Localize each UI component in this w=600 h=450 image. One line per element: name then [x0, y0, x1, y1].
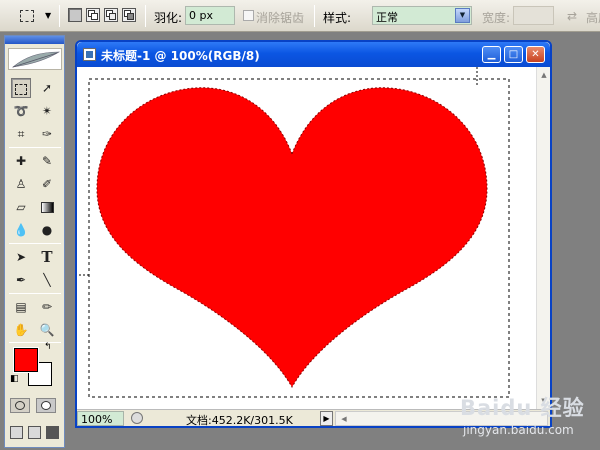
- magic-wand-tool-icon[interactable]: ✴: [37, 101, 57, 121]
- feather-input[interactable]: 0 px: [185, 6, 235, 25]
- height-label: 高度: [586, 11, 600, 25]
- status-info-icon[interactable]: [131, 412, 143, 424]
- feather-logo[interactable]: [8, 48, 62, 70]
- zoom-tool-icon[interactable]: 🔍: [37, 320, 57, 340]
- intersect-selection-button[interactable]: [122, 8, 136, 22]
- path-select-tool-icon[interactable]: ➤: [11, 247, 31, 267]
- hand-tool-icon[interactable]: ✋: [11, 320, 31, 340]
- rect-marquee-icon: [20, 10, 34, 22]
- style-select-value: 正常: [376, 11, 398, 24]
- vertical-scrollbar[interactable]: ▲ ▼: [536, 67, 550, 409]
- quick-mask-mode-button[interactable]: [36, 398, 56, 413]
- close-button[interactable]: ✕: [526, 46, 545, 63]
- full-screen-mode-icon[interactable]: [46, 426, 59, 439]
- status-menu-arrow-icon[interactable]: ▶: [320, 411, 333, 426]
- minimize-button[interactable]: ▁: [482, 46, 501, 63]
- standard-screen-mode-icon[interactable]: [10, 426, 23, 439]
- scroll-up-icon[interactable]: ▲: [537, 69, 551, 81]
- antialias-checkbox[interactable]: [243, 10, 254, 21]
- eyedropper-tool-icon[interactable]: ✏: [37, 297, 57, 317]
- tool-preset-picker[interactable]: ▼: [14, 5, 56, 27]
- notes-tool-icon[interactable]: ▤: [11, 297, 31, 317]
- toolbox: ➚ ➰ ✴ ⌗ ✑ ✚ ✎ ♙ ✐ ▱ 💧 ● ➤ T ✒ ╲ ▤ ✏ ✋ 🔍 …: [4, 35, 65, 448]
- divider: [9, 342, 61, 343]
- chevron-down-icon: ▼: [45, 11, 52, 20]
- swap-icon[interactable]: ⇄: [567, 9, 577, 23]
- eraser-tool-icon[interactable]: ▱: [11, 197, 31, 217]
- brush-tool-icon[interactable]: ✎: [37, 151, 57, 171]
- blur-tool-icon[interactable]: 💧: [11, 220, 31, 240]
- watermark-logo: Baidu 经验: [460, 396, 585, 420]
- maximize-button[interactable]: □: [504, 46, 523, 63]
- divider: [9, 293, 61, 294]
- style-label: 样式:: [323, 11, 352, 25]
- heart-shape: [96, 87, 488, 389]
- toolbox-titlebar[interactable]: [5, 36, 64, 44]
- gradient-tool-icon[interactable]: [37, 197, 57, 217]
- canvas-artwork: [79, 67, 510, 398]
- watermark-url: jingyan.baidu.com: [463, 423, 574, 437]
- antialias-label: 消除锯齿: [256, 11, 305, 25]
- divider: [59, 5, 60, 27]
- document-window: 未标题-1 @ 100%(RGB/8) ▁ □ ✕ ▲ ▼ 100% 文档:45…: [75, 40, 552, 428]
- default-colors-icon[interactable]: ◧: [10, 374, 19, 384]
- standard-mode-button[interactable]: [10, 398, 30, 413]
- style-select[interactable]: 正常 ▼: [372, 6, 472, 25]
- swap-colors-icon[interactable]: ↰: [44, 342, 52, 352]
- watermark: Baidu 经验 jingyan.baidu.com: [460, 392, 600, 448]
- document-titlebar[interactable]: 未标题-1 @ 100%(RGB/8) ▁ □ ✕: [77, 42, 550, 67]
- options-bar: ▼ 羽化: 0 px 消除锯齿 样式: 正常 ▼ 宽度: ⇄ 高度: [0, 0, 600, 32]
- divider: [9, 147, 61, 148]
- clone-stamp-tool-icon[interactable]: ♙: [11, 174, 31, 194]
- history-brush-tool-icon[interactable]: ✐: [37, 174, 57, 194]
- document-title: 未标题-1 @ 100%(RGB/8): [101, 49, 260, 63]
- width-input[interactable]: [513, 6, 554, 25]
- zoom-level-field[interactable]: 100%: [77, 411, 124, 426]
- canvas[interactable]: [77, 67, 536, 409]
- add-to-selection-button[interactable]: [86, 8, 100, 22]
- full-screen-menu-mode-icon[interactable]: [28, 426, 41, 439]
- divider: [145, 5, 146, 27]
- dodge-tool-icon[interactable]: ●: [37, 220, 57, 240]
- pen-tool-icon[interactable]: ✒: [11, 270, 31, 290]
- divider: [314, 5, 315, 27]
- move-tool-icon[interactable]: ➚: [37, 78, 57, 98]
- scroll-left-icon[interactable]: ◀: [337, 413, 351, 425]
- document-size-info: 文档:452.2K/301.5K: [186, 414, 293, 427]
- document-icon: [83, 48, 96, 61]
- feather-label: 羽化:: [154, 11, 183, 25]
- healing-brush-tool-icon[interactable]: ✚: [11, 151, 31, 171]
- rect-marquee-tool-icon[interactable]: [11, 78, 31, 98]
- subtract-from-selection-button[interactable]: [104, 8, 118, 22]
- new-selection-button[interactable]: [68, 8, 82, 22]
- width-label: 宽度:: [482, 11, 511, 25]
- line-tool-icon[interactable]: ╲: [37, 270, 57, 290]
- lasso-tool-icon[interactable]: ➰: [11, 101, 31, 121]
- crop-tool-icon[interactable]: ⌗: [11, 124, 31, 144]
- divider: [9, 243, 61, 244]
- foreground-color-swatch[interactable]: [13, 347, 39, 373]
- slice-tool-icon[interactable]: ✑: [37, 124, 57, 144]
- type-tool-icon[interactable]: T: [37, 247, 57, 267]
- chevron-down-icon[interactable]: ▼: [455, 8, 470, 23]
